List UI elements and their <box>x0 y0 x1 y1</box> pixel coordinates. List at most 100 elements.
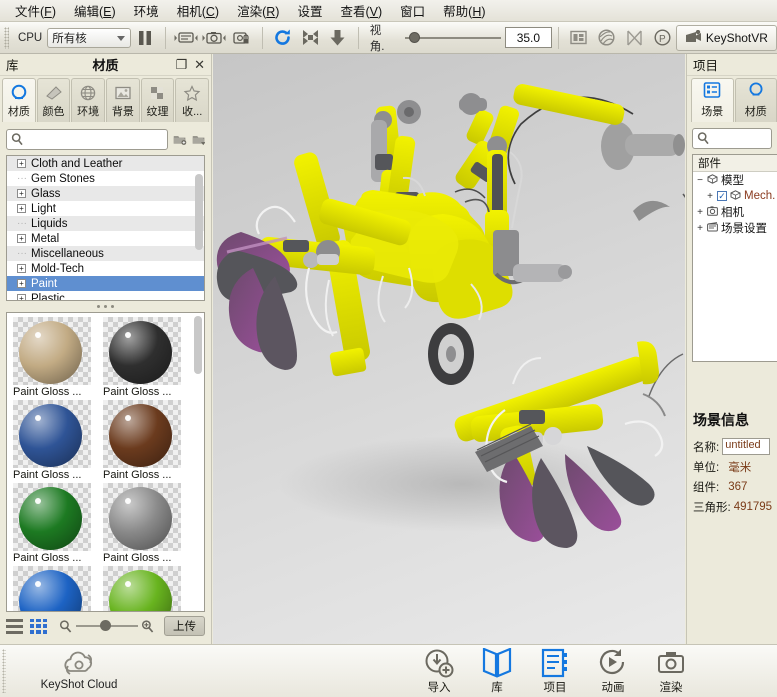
grid-view-icon[interactable] <box>30 618 47 634</box>
camera-cycle-button[interactable] <box>201 25 227 51</box>
expand-icon[interactable]: + <box>17 234 26 243</box>
list-view-icon[interactable] <box>6 618 23 634</box>
expand-icon[interactable]: + <box>696 223 704 234</box>
undock-icon[interactable]: ❐ <box>175 58 187 71</box>
material-thumbnail[interactable] <box>13 566 97 611</box>
rotate-env-icon[interactable]: P <box>649 25 675 51</box>
close-icon[interactable]: ✕ <box>194 58 205 71</box>
library-tab-favorites[interactable]: 收... <box>175 78 210 122</box>
material-thumbnail[interactable]: Paint Gloss ... <box>103 317 187 398</box>
lock-camera-button[interactable] <box>229 25 255 51</box>
material-thumbnail[interactable]: Paint Gloss ... <box>13 400 97 481</box>
expand-icon[interactable]: + <box>17 264 26 273</box>
folder-options-icon[interactable] <box>192 131 206 148</box>
add-folder-icon[interactable] <box>173 131 187 148</box>
panel-resize-grip[interactable] <box>0 301 211 312</box>
material-category-row[interactable]: + Glass <box>7 186 204 201</box>
thumbnail-size-slider[interactable] <box>58 619 156 634</box>
bottom-item-render[interactable]: 渲染 <box>650 648 692 695</box>
material-category-row[interactable]: + Plastic <box>7 291 204 300</box>
scene-parts-tree[interactable]: 部件 − 模型 + ✓ Mech. + 相机 + 场景设置 <box>692 154 777 362</box>
material-category-row[interactable]: + Metal <box>7 231 204 246</box>
menu-item-file[interactable]: 文件(F) <box>6 0 65 22</box>
expand-icon[interactable]: + <box>696 207 704 218</box>
cpu-cores-select[interactable]: 所有核 <box>47 27 132 48</box>
zoom-in-icon[interactable] <box>140 619 156 634</box>
render-viewport[interactable] <box>213 54 685 644</box>
bottom-item-animation[interactable]: 动画 <box>592 648 634 695</box>
menu-item-environment[interactable]: 环境 <box>125 0 168 22</box>
size-slider-track[interactable] <box>76 620 138 631</box>
project-tab-scene[interactable]: 场景 <box>691 78 734 122</box>
material-thumbnail[interactable]: Paint Gloss ... <box>13 317 97 398</box>
expand-icon[interactable]: + <box>17 294 26 300</box>
pause-button[interactable] <box>132 25 158 51</box>
material-thumbnail[interactable]: Paint Gloss ... <box>103 483 187 564</box>
material-category-row[interactable]: ··· Miscellaneous <box>7 246 204 261</box>
bottom-item-project[interactable]: 项目 <box>534 648 576 695</box>
bottom-item-import[interactable]: 导入 <box>418 648 460 695</box>
material-category-row[interactable]: ··· Gem Stones <box>7 171 204 186</box>
material-thumbnail[interactable] <box>103 566 187 611</box>
project-tab-material[interactable]: 材质 <box>734 78 777 122</box>
library-tab-materials[interactable]: 材质 <box>2 78 36 122</box>
project-search-box[interactable] <box>692 128 772 149</box>
fov-slider-knob[interactable] <box>408 31 420 43</box>
menu-item-settings[interactable]: 设置 <box>288 0 331 22</box>
project-search-input[interactable] <box>711 132 767 145</box>
geometry-editor-icon[interactable] <box>622 25 648 51</box>
scene-tree-row[interactable]: − 模型 <box>693 172 777 188</box>
material-category-row[interactable]: + Mold-Tech <box>7 261 204 276</box>
keyshotvr-button[interactable]: KeyShotVR <box>675 24 777 51</box>
download-icon[interactable] <box>325 25 351 51</box>
menu-item-view[interactable]: 查看(V) <box>331 0 391 22</box>
scene-tree-row[interactable]: + 相机 <box>693 204 777 220</box>
bottom-item-library[interactable]: 库 <box>476 648 518 695</box>
refresh-icon[interactable] <box>270 25 296 51</box>
library-tab-environment[interactable]: 环境 <box>71 78 106 122</box>
material-graph-icon[interactable] <box>594 25 620 51</box>
environment-cycle-button[interactable] <box>173 25 199 51</box>
library-tab-textures[interactable]: 纹理 <box>140 78 175 122</box>
fov-input[interactable]: 35.0 <box>504 27 553 48</box>
material-category-row[interactable]: + Cloth and Leather <box>7 156 204 171</box>
scene-tree-row[interactable]: + 场景设置 <box>693 220 777 236</box>
material-thumbnail[interactable]: Paint Gloss ... <box>103 400 187 481</box>
menu-item-camera[interactable]: 相机(C) <box>168 0 228 22</box>
expand-icon[interactable]: + <box>17 189 26 198</box>
keyshot-cloud-button[interactable]: KeyShot Cloud <box>24 649 134 691</box>
material-category-row[interactable]: ··· Liquids <box>7 216 204 231</box>
library-tab-backgrounds[interactable]: 背景 <box>106 78 140 122</box>
expand-icon[interactable]: + <box>17 279 26 288</box>
library-tab-colors[interactable]: 颜色 <box>36 78 71 122</box>
material-thumbnail-grid[interactable]: Paint Gloss ... Paint Gloss ... Paint Glos… <box>6 312 205 612</box>
expand-icon[interactable]: + <box>17 204 26 213</box>
menu-item-render[interactable]: 渲染(R) <box>228 0 288 22</box>
material-category-row[interactable]: + Light <box>7 201 204 216</box>
material-category-row[interactable]: + Paint <box>7 276 204 291</box>
material-thumbnail[interactable]: Paint Gloss ... <box>13 483 97 564</box>
library-search-box[interactable] <box>6 129 168 150</box>
scene-tree-row[interactable]: + ✓ Mech. <box>693 188 777 204</box>
library-search-input[interactable] <box>25 133 167 146</box>
fov-slider-track[interactable] <box>404 31 501 43</box>
fov-slider[interactable] <box>404 31 501 43</box>
toolbar-grip[interactable] <box>4 26 9 49</box>
expand-icon[interactable]: − <box>696 175 704 186</box>
size-slider-knob[interactable] <box>100 620 111 631</box>
grid-scrollbar[interactable] <box>194 316 202 374</box>
expand-icon[interactable]: + <box>17 159 26 168</box>
scene-name-input[interactable]: untitled <box>722 438 771 455</box>
bottom-bar-grip[interactable] <box>2 649 6 693</box>
tree-scrollbar[interactable] <box>195 174 203 250</box>
layout-grid-icon[interactable] <box>566 25 592 51</box>
expand-icon[interactable]: + <box>706 191 714 202</box>
zoom-out-icon[interactable] <box>58 619 74 634</box>
material-category-tree[interactable]: + Cloth and Leather ··· Gem Stones + Glass + Li… <box>6 155 205 301</box>
upload-button[interactable]: 上传 <box>164 616 205 636</box>
fullscreen-icon[interactable] <box>297 25 323 51</box>
menu-item-help[interactable]: 帮助(H) <box>434 0 494 22</box>
visibility-checkbox[interactable]: ✓ <box>717 191 727 201</box>
menu-item-window[interactable]: 窗口 <box>391 0 434 22</box>
menu-item-edit[interactable]: 编辑(E) <box>65 0 125 22</box>
